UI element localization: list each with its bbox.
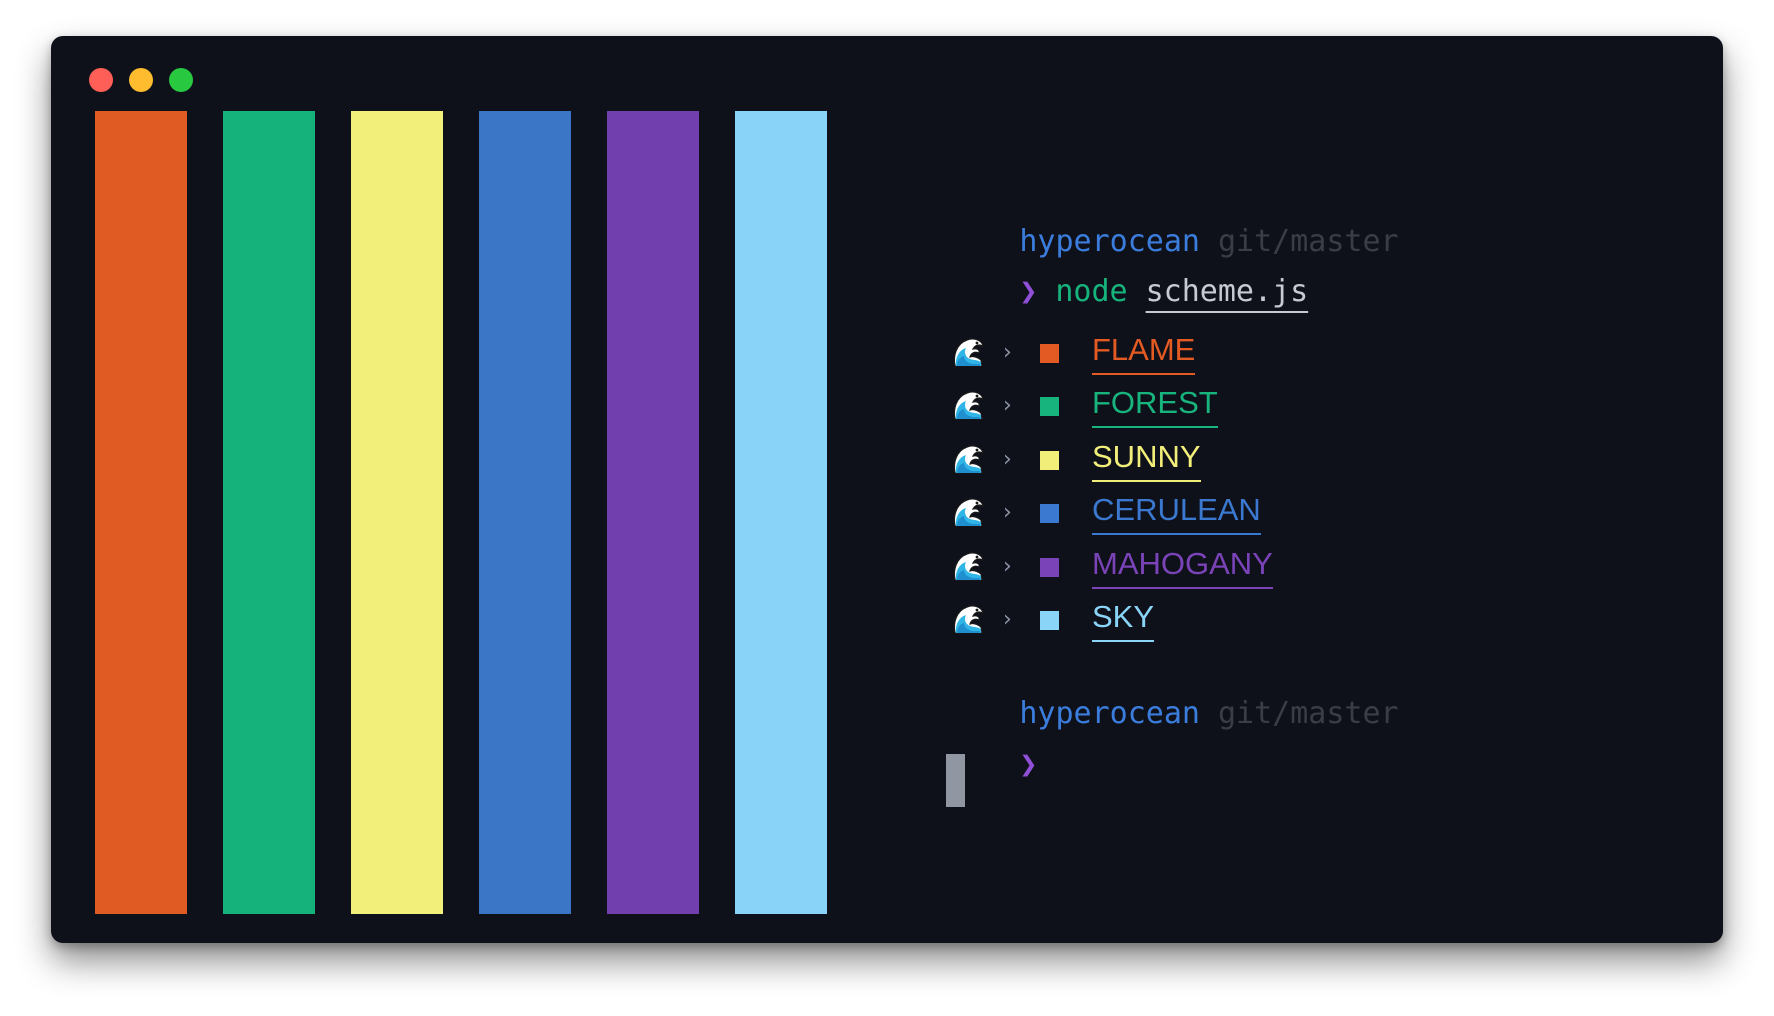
color-name: FOREST — [1092, 383, 1218, 429]
color-swatch — [1040, 557, 1059, 577]
color-name: MAHOGANY — [1092, 544, 1273, 589]
chevron-right-icon: › — [1003, 500, 1012, 526]
color-swatch — [1040, 611, 1059, 630]
color-bar-mahogany — [607, 111, 699, 914]
prompt-chevron-icon: ❯ — [1019, 747, 1038, 782]
chevron-right-icon: › — [1003, 446, 1012, 472]
water-wave-icon — [951, 550, 985, 584]
command-argument: scheme.js — [1145, 274, 1309, 309]
color-swatch — [1040, 344, 1059, 363]
input-line[interactable]: ❯ — [911, 705, 1055, 782]
water-wave-icon — [951, 443, 985, 477]
color-bar-sunny — [351, 111, 443, 914]
chevron-right-icon: › — [1003, 553, 1012, 579]
scheme-row-mahogany: › MAHOGANY — [951, 546, 1351, 594]
scheme-row-sunny: › SUNNY — [951, 439, 1351, 487]
prompt-branch: git/master — [1218, 696, 1399, 731]
chevron-right-icon: › — [1003, 340, 1012, 365]
scheme-row-cerulean: › CERULEAN — [951, 492, 1351, 540]
text-cursor — [946, 754, 965, 807]
color-name: SKY — [1092, 597, 1155, 642]
color-bar-forest — [223, 111, 315, 914]
close-button[interactable] — [89, 68, 113, 92]
color-name: SUNNY — [1092, 437, 1201, 482]
color-name: CERULEAN — [1092, 490, 1261, 536]
command-name: node — [1055, 274, 1128, 309]
scheme-row-forest: › FOREST — [951, 385, 1351, 433]
color-name: FLAME — [1092, 330, 1196, 375]
water-wave-icon — [951, 336, 985, 370]
color-swatch — [1040, 450, 1059, 470]
water-wave-icon — [951, 389, 985, 423]
terminal-window: hyperocean git/master ❯ node scheme.js › FLA… — [51, 36, 1723, 943]
color-swatch — [1040, 397, 1059, 417]
prompt-chevron-icon: ❯ — [1019, 274, 1038, 309]
prompt-line-2: hyperocean git/master — [911, 654, 1398, 731]
chevron-right-icon: › — [1003, 607, 1012, 632]
scheme-row-sky: › SKY — [951, 599, 1351, 647]
water-wave-icon — [951, 603, 985, 637]
chevron-right-icon: › — [1003, 393, 1012, 419]
color-bar-cerulean — [479, 111, 571, 914]
command-line: ❯ node scheme.js — [911, 232, 1308, 309]
color-bar-flame — [95, 111, 187, 914]
minimize-button[interactable] — [129, 68, 153, 92]
color-bar-sky — [735, 111, 827, 914]
color-swatch — [1040, 504, 1059, 524]
scheme-row-flame: › FLAME — [951, 332, 1351, 380]
prompt-line-1: hyperocean git/master — [911, 182, 1398, 259]
water-wave-icon — [951, 496, 985, 530]
maximize-button[interactable] — [169, 68, 193, 92]
